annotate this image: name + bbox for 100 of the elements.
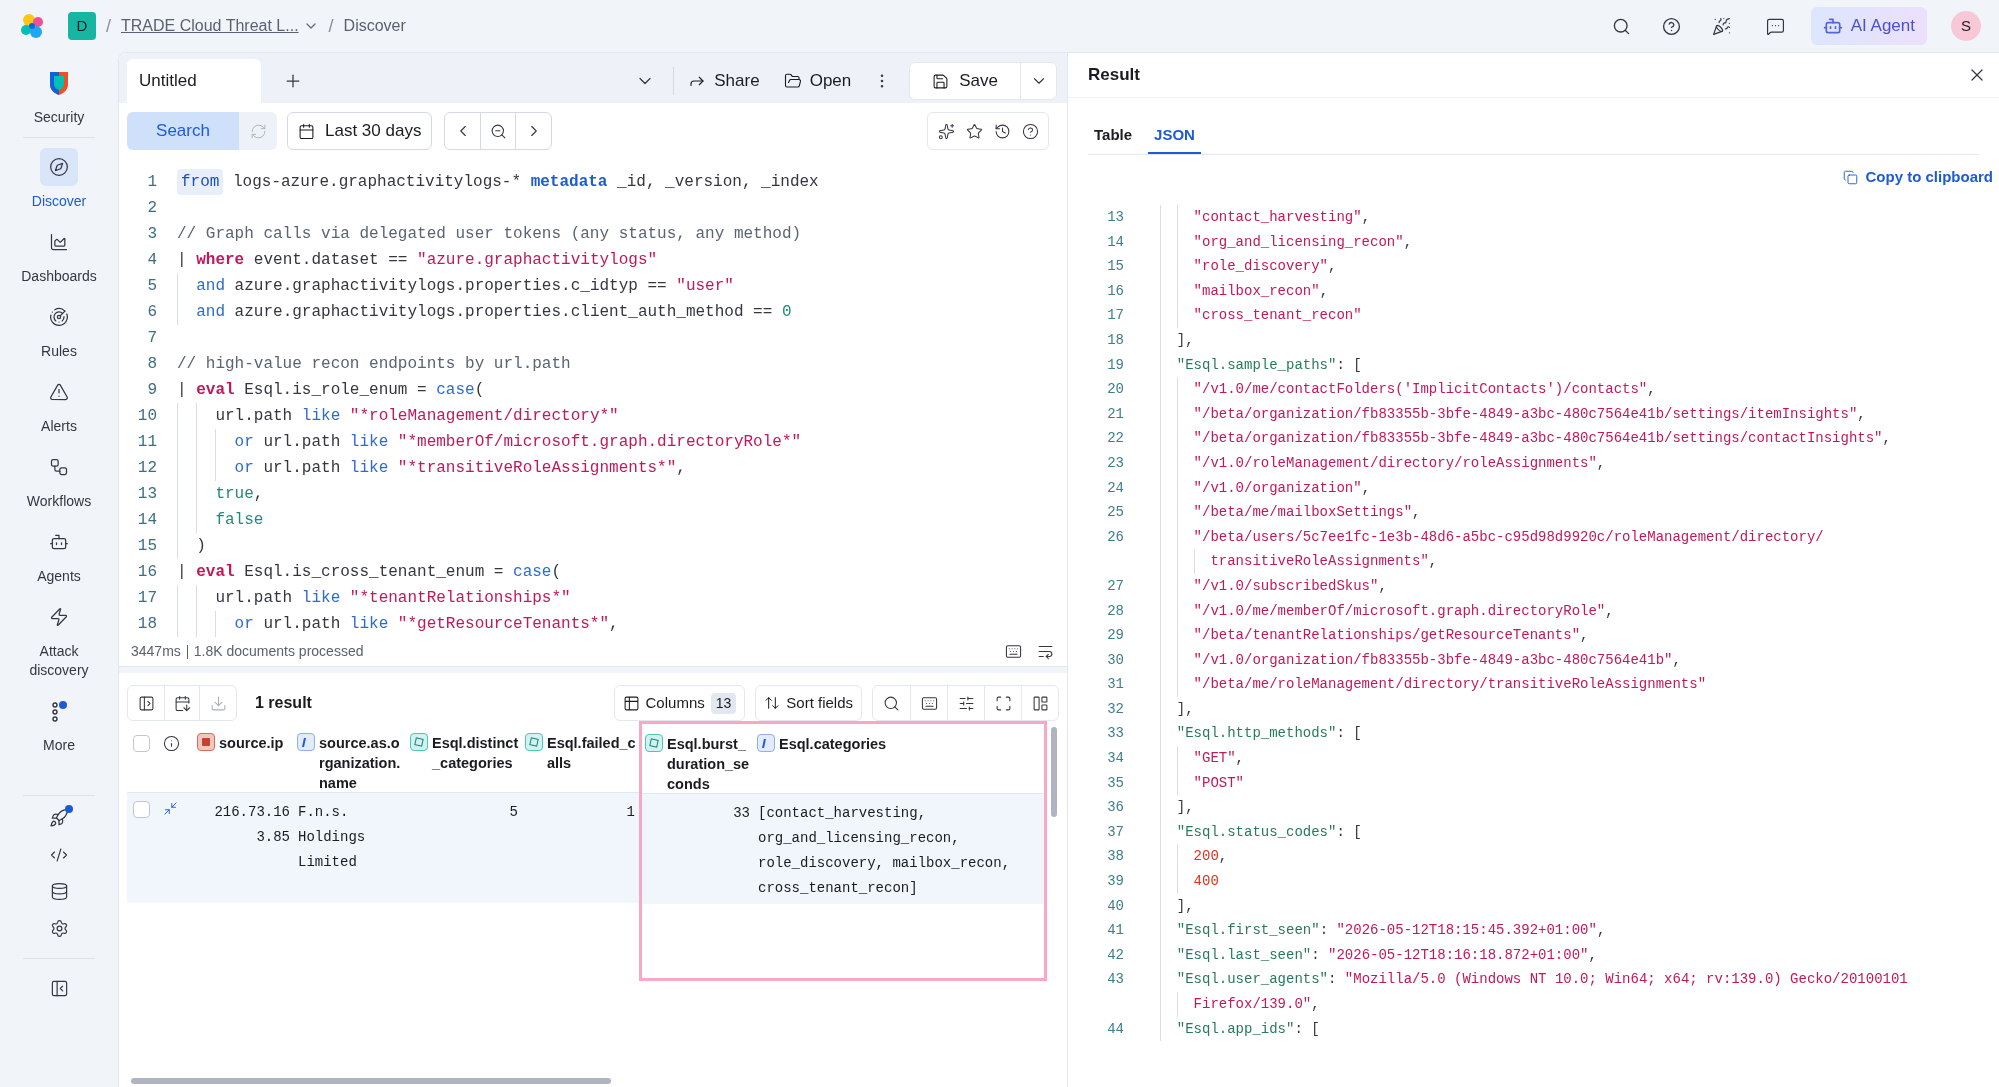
star-icon[interactable] <box>964 122 984 140</box>
line-number: 30 <box>1106 650 1124 670</box>
search-button[interactable]: Search <box>127 112 239 150</box>
code-line: // Graph calls via delegated user tokens (any status, any method) <box>177 224 802 245</box>
code-line: Firefox/139.0", <box>1160 992 1320 1017</box>
code-line: "/v1.0/roleManagement/directory/roleAssignments", <box>1160 450 1606 476</box>
line-number: 5 <box>146 276 157 297</box>
number-type-icon <box>525 733 543 751</box>
open-button[interactable]: Open <box>783 68 852 94</box>
database-icon[interactable] <box>49 882 69 901</box>
collapse-row-icon[interactable] <box>163 801 178 816</box>
code-line: // high-value recon endpoints by url.path <box>177 354 571 375</box>
line-number: 13 <box>1106 208 1124 227</box>
column-header[interactable]: source.as.organization.name <box>319 733 404 793</box>
sidebar-item[interactable]: Attack discovery <box>9 592 109 686</box>
code-line: ], <box>1160 795 1194 820</box>
code-line: ], <box>1160 327 1194 353</box>
sort-fields-button[interactable]: Sort fields <box>755 685 862 721</box>
sidebar-item[interactable]: Dashboards <box>9 217 109 292</box>
save-icon <box>932 72 950 90</box>
line-number: 20 <box>1106 380 1124 400</box>
line-number: 41 <box>1106 921 1124 941</box>
sidebar-item[interactable]: More <box>9 686 109 761</box>
line-number: 28 <box>1106 601 1124 621</box>
column-header[interactable]: Esql.failed_calls <box>547 733 636 773</box>
space-badge[interactable]: D <box>68 12 96 40</box>
breadcrumb-separator: / <box>328 14 334 38</box>
calendar-icon <box>298 122 315 140</box>
horizontal-scrollbar-thumb[interactable] <box>131 1078 611 1084</box>
result-count: 1 result <box>255 693 312 713</box>
line-number: 27 <box>1106 576 1124 596</box>
alert-icon <box>49 382 69 402</box>
line-number: 6 <box>146 302 157 323</box>
line-number: 8 <box>146 354 157 375</box>
line-number: 26 <box>1106 527 1124 547</box>
select-all-checkbox[interactable] <box>133 735 150 752</box>
code-line: "Esql.app_ids": [ <box>1160 1016 1320 1042</box>
row-checkbox[interactable] <box>133 801 150 818</box>
line-number: 2 <box>146 198 157 219</box>
sidebar-item[interactable]: Security <box>9 58 109 133</box>
history-icon[interactable] <box>992 122 1012 140</box>
line-number: 18 <box>1106 330 1124 350</box>
code-line: "GET", <box>1160 746 1244 771</box>
line-number: 13 <box>136 484 157 505</box>
code-line: "cross_tenant_recon" <box>1160 303 1362 328</box>
line-number: 18 <box>136 614 157 635</box>
sidebar-item[interactable]: Discover <box>9 142 109 217</box>
code-icon[interactable] <box>50 846 68 864</box>
help-icon[interactable] <box>1020 122 1040 140</box>
ai-agent-button[interactable]: AI Agent <box>1810 7 1927 45</box>
breadcrumb-link[interactable]: TRADE Cloud Threat L... <box>121 14 319 38</box>
wrap-text-icon[interactable] <box>1035 643 1055 660</box>
code-line: | eval Esql.is_role_enum = case( <box>177 380 485 401</box>
code-line: "Esql.first_seen": "2026-05-12T18:15:45.392+01:00", <box>1160 918 1606 943</box>
code-line: "/v1.0/subscribedSkus", <box>1160 573 1387 599</box>
code-line: 400 <box>1160 869 1219 894</box>
table-cell: 5 <box>509 804 518 820</box>
line-number: 16 <box>1106 281 1124 301</box>
sidebar-item[interactable]: Agents <box>9 517 109 592</box>
code-line: "/beta/organization/fb83355b-3bfe-4849-a3bc-480c7564e41b/settings/itemInsights", <box>1160 401 1866 427</box>
line-number: 42 <box>1106 945 1124 965</box>
user-avatar[interactable]: S <box>1951 11 1981 41</box>
collapse-icon[interactable] <box>49 979 69 998</box>
column-header[interactable]: Esql.categories <box>779 734 887 754</box>
table-cell: F.n.s. Holdings Limited <box>298 804 366 870</box>
column-header[interactable]: Esql.burst_duration_seconds <box>667 734 751 794</box>
column-header[interactable]: Esql.distinct_categories <box>432 733 519 773</box>
code-line: and azure.graphactivitylogs.properties.c_idtyp == "user" <box>177 273 734 299</box>
date-picker[interactable]: Last 30 days <box>287 112 433 150</box>
code-line: "/beta/users/5c7ee1fc-1e3b-48d6-a5bc-c95d98d9920c/roleManagement/directory/ <box>1160 524 1824 550</box>
code-line: "/v1.0/organization/fb83355b-3bfe-4849-a3bc-480c7564e41b", <box>1160 647 1681 673</box>
line-number: 43 <box>1106 970 1124 990</box>
sidebar-item[interactable]: Rules <box>9 292 109 367</box>
calendar-download-icon[interactable] <box>164 686 200 720</box>
chart-icon <box>49 232 69 252</box>
lightning-icon <box>49 607 69 627</box>
code-line: "/v1.0/organization", <box>1160 475 1371 501</box>
code-line: transitiveRoleAssignments", <box>1160 549 1438 574</box>
view-tab[interactable]: JSON <box>1148 118 1201 154</box>
code-line: from logs-azure.graphactivitylogs-* metadata _id, _version, _index <box>177 169 819 195</box>
table-icon <box>622 694 640 712</box>
code-line: "mailbox_recon", <box>1160 278 1329 304</box>
sparkle-search-icon[interactable] <box>936 122 956 140</box>
share-button[interactable]: Share <box>688 68 760 94</box>
line-number: 40 <box>1106 896 1124 916</box>
column-header[interactable]: source.ip <box>219 733 284 753</box>
line-number: 35 <box>1106 773 1124 793</box>
sidebar-item[interactable]: Alerts <box>9 367 109 442</box>
zoom-out-icon[interactable] <box>480 113 517 149</box>
sidebar-item[interactable]: Workflows <box>9 442 109 517</box>
view-tab[interactable]: Table <box>1088 118 1139 154</box>
keyboard-icon[interactable] <box>1003 643 1023 660</box>
copy-to-clipboard-button[interactable]: Copy to clipboard <box>1842 165 1993 189</box>
number-type-icon <box>410 733 428 751</box>
columns-button[interactable]: Columns 13 <box>613 685 746 721</box>
line-number: 1 <box>146 172 157 193</box>
breadcrumb-current: Discover <box>343 16 406 36</box>
settings-icon[interactable] <box>49 919 69 938</box>
query-tab[interactable]: Untitled <box>127 59 261 103</box>
scrollbar-thumb[interactable] <box>1051 727 1057 817</box>
